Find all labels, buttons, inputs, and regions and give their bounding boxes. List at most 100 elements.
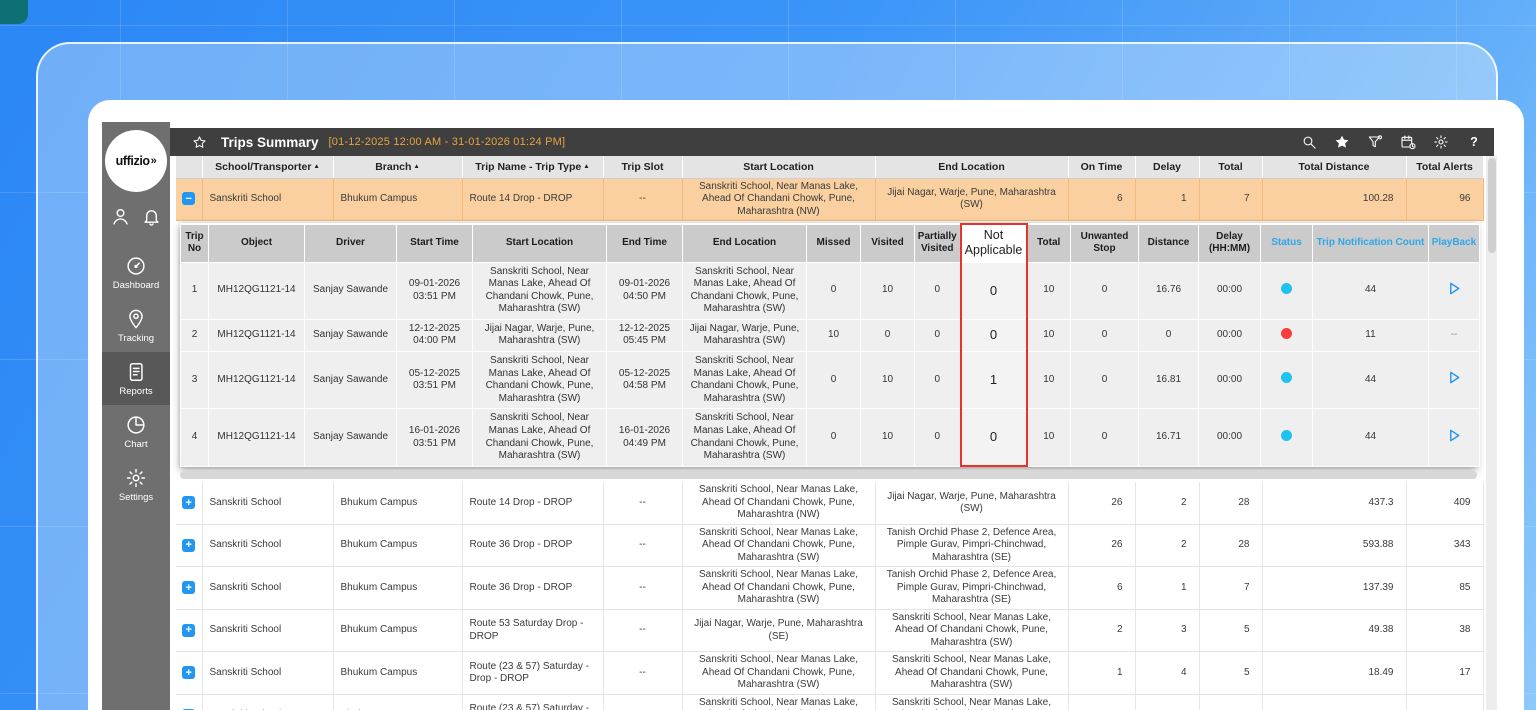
date-range[interactable]: [01-12-2025 12:00 AM - 31-01-2026 01:24 … bbox=[329, 136, 566, 148]
inner-horizontal-scrollbar[interactable] bbox=[180, 471, 1477, 479]
cell-na: 0 bbox=[961, 409, 1027, 466]
column-header[interactable]: Trip Slot bbox=[603, 156, 682, 178]
cell-start: Sanskriti School, Near Manas Lake, Ahead… bbox=[682, 652, 875, 695]
detail-column-header[interactable]: Delay (HH:MM) bbox=[1199, 224, 1261, 262]
cell-total: 5 bbox=[1199, 609, 1262, 652]
sidebar-item-chart[interactable]: Chart bbox=[102, 405, 170, 458]
calendar-icon[interactable] bbox=[1400, 134, 1416, 150]
sidebar-nav: Dashboard Tracking Reports Chart Setting… bbox=[102, 246, 170, 511]
vertical-scrollbar-thumb[interactable] bbox=[1488, 158, 1496, 253]
cell-no: 2 bbox=[181, 319, 209, 351]
column-header[interactable]: Branch▲ bbox=[333, 156, 462, 178]
help-icon[interactable]: ? bbox=[1466, 134, 1482, 150]
cell-start: Sanskriti School, Near Manas Lake, Ahead… bbox=[682, 694, 875, 710]
sort-asc-icon: ▲ bbox=[583, 163, 589, 170]
desktop-background: uffizio» Dashboard Tracking Reports Char… bbox=[0, 0, 1536, 710]
cell-object: MH12QG1121-14 bbox=[209, 319, 305, 351]
detail-column-header[interactable]: Unwanted Stop bbox=[1071, 224, 1139, 262]
vertical-scrollbar[interactable] bbox=[1486, 156, 1497, 710]
favorite-star-icon[interactable] bbox=[192, 135, 207, 150]
column-header[interactable]: Delay bbox=[1135, 156, 1199, 178]
table-row: + Sanskriti SchoolBhukum CampusRoute (23… bbox=[176, 652, 1483, 695]
detail-column-header[interactable]: Object bbox=[209, 224, 305, 262]
detail-column-header[interactable]: Trip Notification Count bbox=[1313, 224, 1429, 262]
sidebar-item-tracking[interactable]: Tracking bbox=[102, 299, 170, 352]
cell-end: Sanskriti School, Near Manas Lake, Ahead… bbox=[875, 652, 1068, 695]
user-icon[interactable] bbox=[110, 206, 131, 227]
detail-column-header[interactable]: Start Time bbox=[397, 224, 473, 262]
detail-column-header[interactable]: Total bbox=[1027, 224, 1071, 262]
settings-icon[interactable] bbox=[1433, 134, 1449, 150]
filter-icon[interactable] bbox=[1367, 134, 1383, 150]
playback-button[interactable] bbox=[1447, 370, 1462, 385]
cell-delay: 1 bbox=[1135, 567, 1199, 610]
detail-column-header[interactable]: Start Location bbox=[473, 224, 607, 262]
cell-branch: Bhukum Campus bbox=[333, 524, 462, 567]
cell-distance: 437.3 bbox=[1262, 482, 1406, 524]
collapse-row-button[interactable]: − bbox=[182, 192, 195, 205]
column-header[interactable]: Start Location bbox=[682, 156, 875, 178]
cell-alerts: 409 bbox=[1406, 482, 1483, 524]
playback-button[interactable] bbox=[1447, 428, 1462, 443]
cell-playback bbox=[1429, 409, 1480, 466]
notifications-icon[interactable] bbox=[141, 206, 162, 227]
detail-column-header[interactable]: Missed bbox=[807, 224, 861, 262]
sidebar-item-reports[interactable]: Reports bbox=[102, 352, 170, 405]
column-header[interactable]: End Location bbox=[875, 156, 1068, 178]
column-header[interactable]: Trip Name - Trip Type▲ bbox=[462, 156, 603, 178]
expand-row-button[interactable]: + bbox=[182, 624, 195, 637]
expand-cell: + bbox=[176, 652, 202, 695]
column-header[interactable]: Total bbox=[1199, 156, 1262, 178]
status-dot-cyan[interactable] bbox=[1281, 372, 1292, 383]
sort-asc-icon: ▲ bbox=[313, 163, 319, 170]
detail-column-header[interactable]: End Location bbox=[683, 224, 807, 262]
cell-school: Sanskriti School bbox=[202, 524, 333, 567]
cell-delay: 00:00 bbox=[1199, 319, 1261, 351]
playback-button[interactable] bbox=[1447, 281, 1462, 296]
sidebar-item-dashboard[interactable]: Dashboard bbox=[102, 246, 170, 299]
expand-row-button[interactable]: + bbox=[182, 496, 195, 509]
cell-school: Sanskriti School bbox=[202, 482, 333, 524]
detail-column-header[interactable]: Not Applicable bbox=[961, 224, 1027, 262]
cell-on_time: 26 bbox=[1068, 524, 1135, 567]
table-row: + Sanskriti SchoolBhukum CampusRoute 14 … bbox=[176, 482, 1483, 524]
expand-row-button[interactable]: + bbox=[182, 666, 195, 679]
status-dot-red[interactable] bbox=[1281, 328, 1292, 339]
cell-notif: 44 bbox=[1313, 352, 1429, 409]
cell-end_time: 12-12-2025 05:45 PM bbox=[607, 319, 683, 351]
cell-start: Sanskriti School, Near Manas Lake, Ahead… bbox=[682, 567, 875, 610]
detail-column-header[interactable]: Visited bbox=[861, 224, 915, 262]
expand-row-button[interactable]: + bbox=[182, 539, 195, 552]
cell-driver: Sanjay Sawande bbox=[305, 352, 397, 409]
detail-column-header[interactable]: PlayBack bbox=[1429, 224, 1480, 262]
detail-column-header[interactable]: Partially Visited bbox=[915, 224, 961, 262]
cell-visited: 10 bbox=[861, 262, 915, 319]
cell-total: 6 bbox=[1199, 694, 1262, 710]
sort-asc-icon: ▲ bbox=[413, 163, 419, 170]
cell-status bbox=[1261, 262, 1313, 319]
search-icon[interactable] bbox=[1301, 134, 1317, 150]
expand-row-button[interactable]: + bbox=[182, 581, 195, 594]
cell-notif: 44 bbox=[1313, 262, 1429, 319]
favorite-icon[interactable] bbox=[1334, 134, 1350, 150]
app-window: uffizio» Dashboard Tracking Reports Char… bbox=[88, 100, 1524, 710]
detail-column-header[interactable]: Status bbox=[1261, 224, 1313, 262]
cell-no: 4 bbox=[181, 409, 209, 466]
report-content: School/Transporter▲Branch▲Trip Name - Tr… bbox=[176, 156, 1483, 710]
status-dot-cyan[interactable] bbox=[1281, 430, 1292, 441]
expand-cell: + bbox=[176, 482, 202, 524]
column-header[interactable]: On Time bbox=[1068, 156, 1135, 178]
detail-column-header[interactable]: Trip No bbox=[181, 224, 209, 262]
table-row: + Sanskriti SchoolBhukum CampusRoute (23… bbox=[176, 694, 1483, 710]
cell-school: Sanskriti School bbox=[202, 178, 333, 221]
status-dot-cyan[interactable] bbox=[1281, 283, 1292, 294]
cell-end_time: 09-01-2026 04:50 PM bbox=[607, 262, 683, 319]
detail-column-header[interactable]: Driver bbox=[305, 224, 397, 262]
column-header[interactable]: Total Distance bbox=[1262, 156, 1406, 178]
detail-column-header[interactable]: Distance bbox=[1139, 224, 1199, 262]
cell-end_time: 16-01-2026 04:49 PM bbox=[607, 409, 683, 466]
column-header[interactable]: Total Alerts bbox=[1406, 156, 1483, 178]
column-header[interactable]: School/Transporter▲ bbox=[202, 156, 333, 178]
sidebar-item-settings[interactable]: Settings bbox=[102, 458, 170, 511]
detail-column-header[interactable]: End Time bbox=[607, 224, 683, 262]
